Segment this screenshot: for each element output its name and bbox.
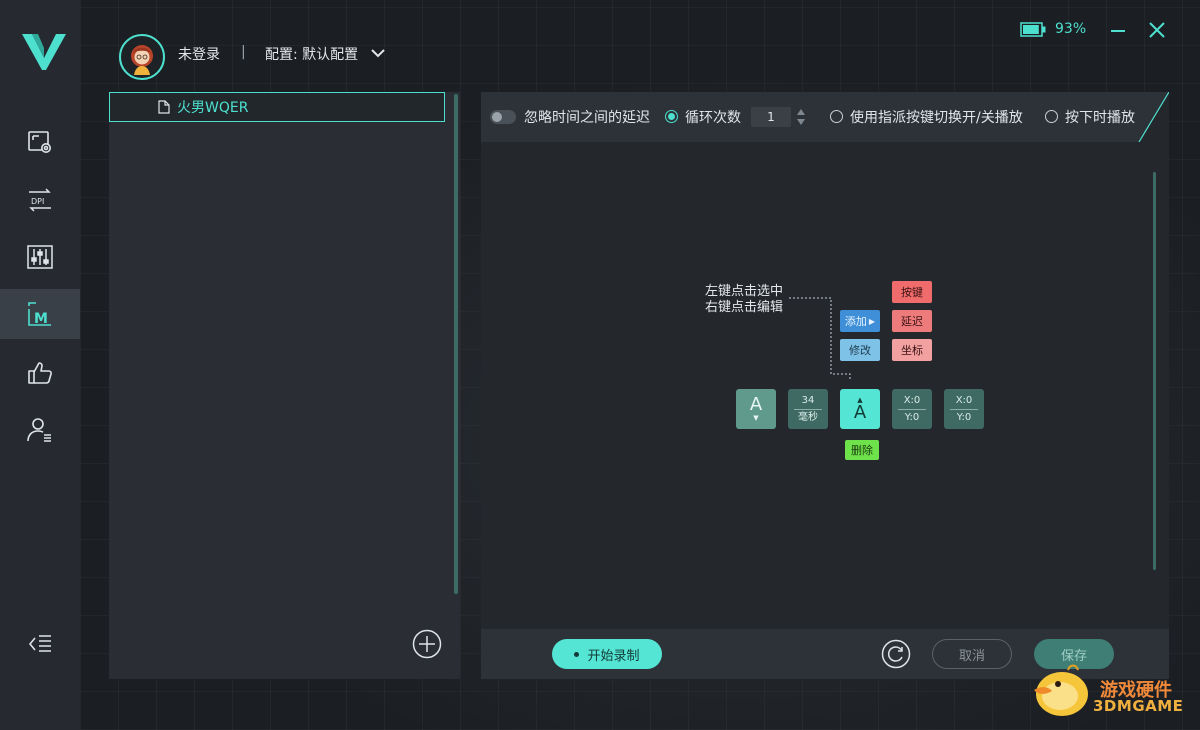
sidebar-item-dpi[interactable]: DPI	[0, 175, 80, 225]
toggle-key-radio[interactable]	[830, 110, 843, 123]
ignore-delay-toggle[interactable]	[490, 110, 516, 124]
loop-count-radio[interactable]	[665, 110, 678, 123]
document-icon	[158, 100, 170, 114]
toggle-key-label: 使用指派按键切换开/关播放	[850, 110, 1023, 126]
collapse-menu-icon	[28, 635, 51, 652]
editor-scrollbar[interactable]	[1153, 172, 1156, 570]
macro-key-tile-selected[interactable]: ▲ A	[840, 389, 880, 429]
key-down-icon: ▼	[753, 414, 759, 422]
macro-delay-tile[interactable]: 34 毫秒	[788, 389, 828, 429]
loop-count-input[interactable]: 1	[751, 107, 791, 127]
cancel-button[interactable]: 取消	[932, 639, 1012, 669]
user-profile-icon	[27, 418, 51, 442]
login-status[interactable]: 未登录	[178, 44, 220, 64]
loop-count-stepper[interactable]	[795, 107, 807, 127]
close-button[interactable]	[1147, 20, 1167, 40]
avatar[interactable]	[119, 34, 165, 80]
monitor-settings-icon	[28, 131, 51, 153]
macro-list-item[interactable]: 火男WQER	[109, 92, 445, 122]
record-dot-icon	[574, 651, 580, 657]
brand-logo-icon	[22, 34, 66, 70]
coord-y: Y:0	[904, 411, 920, 423]
hold-play-label: 按下时播放	[1065, 110, 1135, 126]
header-separator: |	[241, 44, 246, 60]
key-label: A	[853, 402, 867, 423]
key-label: A	[749, 394, 763, 415]
coord-x: X:0	[955, 394, 973, 406]
hint-right-click: 右键点击编辑	[705, 300, 784, 315]
add-coordinate-button[interactable]: 坐标	[892, 339, 932, 361]
macro-list-panel: 火男WQER	[109, 92, 460, 679]
delete-action-button[interactable]: 删除	[845, 440, 879, 460]
watermark-brand: 3DMGAME	[1093, 697, 1184, 715]
minimize-button[interactable]	[1108, 20, 1128, 40]
play-right-icon: ▶	[868, 316, 876, 326]
macro-list-scrollbar[interactable]	[454, 94, 458, 594]
tile-divider	[794, 408, 822, 410]
macro-coordinate-tile[interactable]: X:0 Y:0	[892, 389, 932, 429]
coord-y: Y:0	[956, 411, 972, 423]
add-macro-button[interactable]	[412, 629, 442, 659]
start-recording-button[interactable]: 开始录制	[552, 639, 662, 669]
edit-action-button[interactable]: 修改	[840, 339, 880, 361]
hold-play-radio[interactable]	[1045, 110, 1058, 123]
battery-percentage: 93%	[1055, 21, 1087, 37]
loop-count-label: 循环次数	[685, 110, 741, 126]
chevron-down-icon[interactable]	[370, 46, 386, 60]
sidebar-item-macro[interactable]: M	[0, 289, 80, 339]
hint-connector	[789, 297, 851, 380]
hint-left-click: 左键点击选中	[705, 284, 784, 299]
reset-button[interactable]	[881, 639, 911, 669]
add-action-button[interactable]: 添加 ▶	[840, 310, 880, 332]
sidebar-item-display[interactable]	[0, 117, 80, 167]
macro-key-tile[interactable]: A ▼	[736, 389, 776, 429]
ignore-delay-label: 忽略时间之间的延迟	[524, 110, 650, 126]
macro-editor-panel: 忽略时间之间的延迟 循环次数 1 使用指派按键切换开/关播放 按下时播放 左键点…	[481, 92, 1169, 679]
config-selector-label[interactable]: 配置: 默认配置	[265, 44, 358, 64]
sidebar-collapse-button[interactable]	[0, 619, 80, 669]
macro-icon: M	[28, 302, 51, 327]
delay-unit: 毫秒	[798, 411, 818, 423]
battery-icon	[1020, 22, 1046, 37]
thumbs-up-icon	[28, 362, 52, 384]
sidebar-item-equalizer[interactable]	[0, 232, 80, 282]
sidebar-item-profile[interactable]	[0, 405, 80, 455]
tile-divider	[950, 408, 978, 410]
svg-text:M: M	[34, 311, 48, 327]
macro-coordinate-tile[interactable]: X:0 Y:0	[944, 389, 984, 429]
coord-x: X:0	[903, 394, 921, 406]
add-key-button[interactable]: 按键	[892, 281, 932, 303]
user-avatar-icon	[131, 45, 153, 75]
add-action-label: 添加	[844, 315, 867, 328]
start-recording-label: 开始录制	[587, 648, 640, 664]
delay-value: 34	[801, 394, 815, 406]
watermark-duck-logo	[1034, 664, 1088, 716]
editor-hint: 左键点击选中 右键点击编辑	[705, 284, 783, 316]
sidebar-item-feedback[interactable]	[0, 348, 80, 398]
macro-name: 火男WQER	[177, 100, 249, 116]
add-delay-button[interactable]: 延迟	[892, 310, 932, 332]
equalizer-icon	[27, 245, 53, 269]
dpi-icon: DPI	[29, 188, 51, 212]
sidebar: DPI M	[0, 0, 80, 730]
svg-text:DPI: DPI	[31, 197, 44, 206]
tile-divider	[898, 408, 926, 410]
